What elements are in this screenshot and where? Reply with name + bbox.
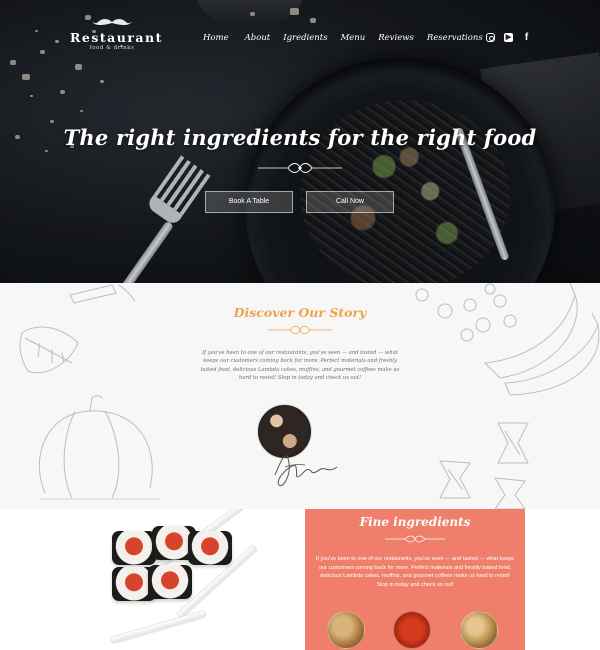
- nav-home[interactable]: Home: [203, 33, 229, 43]
- sushi-roll: [112, 531, 156, 565]
- ingredient-image: [460, 611, 498, 649]
- story-text: If you've been to one of our restaurants…: [200, 350, 400, 381]
- story-section: Discover Our Story If you've been to one…: [0, 283, 600, 509]
- nav-reviews[interactable]: Reviews: [378, 33, 414, 43]
- story-title: Discover Our Story: [233, 305, 367, 320]
- facebook-icon[interactable]: f: [522, 33, 531, 43]
- book-table-button[interactable]: Book A Table: [205, 191, 293, 213]
- fine-ingredients-title: Fine ingredients: [359, 515, 471, 529]
- fine-ornament-icon: [385, 535, 445, 543]
- fine-ingredients-section: Fine ingredients If you've been to one o…: [305, 509, 525, 650]
- main-nav: Home About Igredients Menu Reviews Reser…: [203, 33, 483, 43]
- fine-ingredients-text: If you've been to one of our restaurants…: [315, 556, 515, 588]
- story-ornament-icon: [268, 325, 332, 335]
- ingredient-image: [393, 611, 431, 649]
- brand-name: Restaurant: [70, 30, 163, 45]
- right-blank-area: [525, 509, 600, 650]
- hero-headline: The right ingredients for the right food: [63, 125, 537, 150]
- nav-menu[interactable]: Menu: [341, 33, 366, 43]
- nav-about[interactable]: About: [245, 33, 271, 43]
- nav-ingredients[interactable]: Igredients: [283, 33, 327, 43]
- nav-reservations[interactable]: Reservations: [427, 33, 483, 43]
- ornament-divider-icon: [258, 163, 342, 173]
- signature-icon: [274, 455, 338, 487]
- hero-section: Restaurant food & drinks Home About Igre…: [0, 0, 600, 283]
- sushi-roll: [188, 531, 232, 565]
- social-links: ▶ f: [486, 33, 531, 43]
- mustache-icon: [70, 18, 154, 28]
- sushi-image: [0, 509, 305, 650]
- ingredient-image: [327, 611, 365, 649]
- youtube-icon[interactable]: ▶: [504, 33, 513, 42]
- sushi-roll: [148, 565, 192, 599]
- instagram-icon[interactable]: [486, 33, 495, 42]
- call-now-button[interactable]: Call Now: [306, 191, 394, 213]
- chopstick-image: [108, 609, 208, 645]
- brand-tagline: food & drinks: [89, 45, 135, 51]
- logo[interactable]: Restaurant food & drinks: [70, 18, 163, 51]
